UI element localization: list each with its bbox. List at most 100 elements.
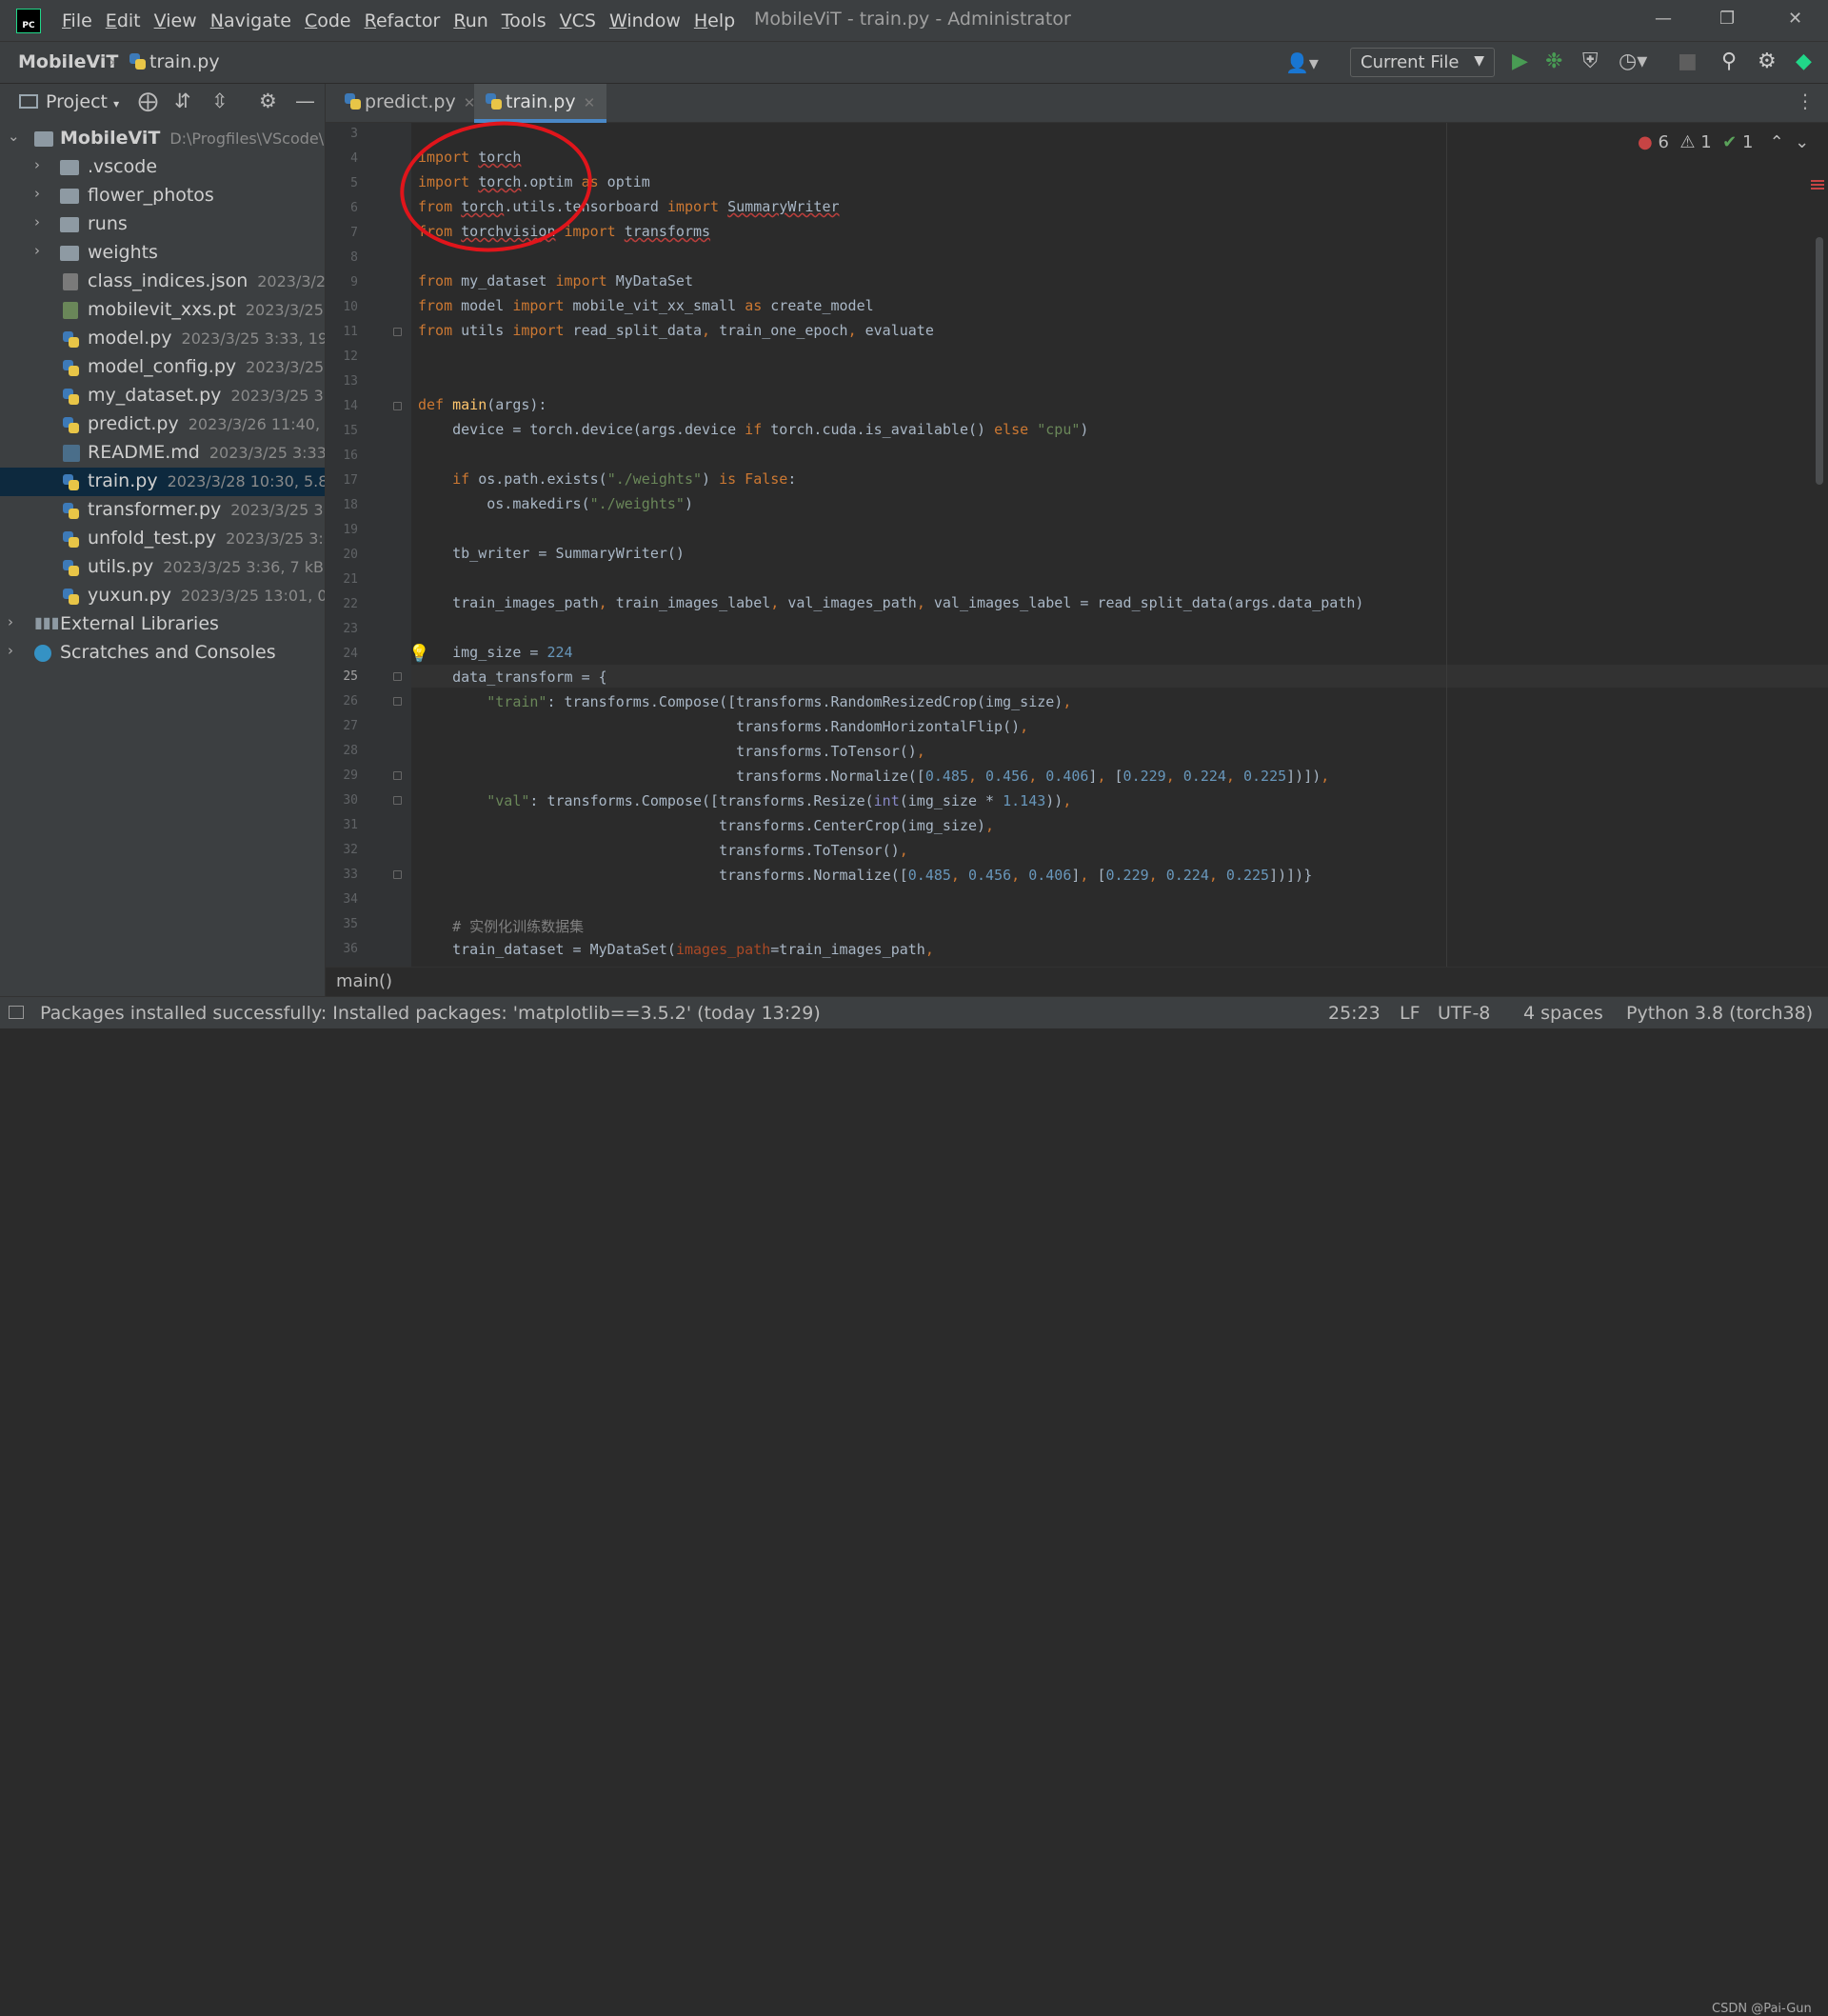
- chevron-down-icon[interactable]: ⌄: [8, 128, 20, 145]
- menu-refactor[interactable]: Refactor: [365, 10, 441, 31]
- chevron-right-icon[interactable]: ›: [34, 156, 40, 173]
- code-line[interactable]: transforms.ToTensor(),: [418, 842, 908, 859]
- run-configuration-select[interactable]: Current File ▼: [1350, 48, 1495, 77]
- tree-item-vscode[interactable]: › .vscode: [0, 153, 325, 182]
- python-interpreter[interactable]: Python 3.8 (torch38): [1626, 1003, 1813, 1024]
- chevron-right-icon[interactable]: ›: [34, 242, 40, 259]
- tab-predict-py[interactable]: predict.py ✕: [333, 84, 487, 123]
- error-stripe-markers[interactable]: [1811, 180, 1824, 193]
- tree-item-transformer-py[interactable]: transformer.py 2023/3/25 3:35: [0, 496, 325, 525]
- tree-item-predict-py[interactable]: predict.py 2023/3/26 11:40, 1.9: [0, 410, 325, 439]
- indent-setting[interactable]: 4 spaces: [1523, 1003, 1603, 1024]
- collapse-all-icon[interactable]: ⇳: [211, 90, 228, 112]
- menu-window[interactable]: Window: [609, 10, 681, 31]
- jetbrains-toolbox-icon[interactable]: ◆: [1796, 50, 1812, 73]
- status-message[interactable]: Packages installed successfully: Install…: [40, 1003, 821, 1024]
- tree-item-yuxun-py[interactable]: yuxun.py 2023/3/25 13:01, 0 B: [0, 582, 325, 610]
- code-line[interactable]: from my_dataset import MyDataSet: [418, 272, 693, 289]
- code-line[interactable]: transforms.CenterCrop(img_size),: [418, 817, 994, 834]
- code-line[interactable]: "train": transforms.Compose([transforms.…: [418, 693, 1071, 710]
- code-line[interactable]: train_images_path, train_images_label, v…: [418, 594, 1363, 611]
- menu-view[interactable]: View: [154, 10, 197, 31]
- gear-icon[interactable]: ⚙: [259, 90, 277, 112]
- tree-item-model-config-py[interactable]: model_config.py 2023/3/25 3:: [0, 353, 325, 382]
- tab-train-py[interactable]: train.py ✕: [474, 84, 607, 123]
- tree-item-weights[interactable]: › weights: [0, 239, 325, 268]
- hide-panel-icon[interactable]: —: [295, 90, 315, 112]
- tree-item-utils-py[interactable]: utils.py 2023/3/25 3:36, 7 kB: [0, 553, 325, 582]
- lightbulb-icon[interactable]: 💡: [408, 644, 429, 664]
- fold-marker-icon[interactable]: [393, 771, 402, 780]
- vertical-scrollbar[interactable]: [1816, 237, 1823, 485]
- tree-item-model-py[interactable]: model.py 2023/3/25 3:33, 19.7: [0, 325, 325, 353]
- inspection-widget[interactable]: ● 6 ⚠ 1 ✔ 1 ⌃ ⌄: [1638, 132, 1809, 152]
- menu-edit[interactable]: Edit: [106, 10, 141, 31]
- menu-code[interactable]: Code: [305, 10, 351, 31]
- fold-marker-icon[interactable]: [393, 402, 402, 410]
- fold-marker-icon[interactable]: [393, 328, 402, 336]
- code-line[interactable]: data_transform = {: [418, 669, 607, 686]
- more-options-icon[interactable]: ⋮: [1796, 90, 1815, 112]
- tree-item-mobilevit-xxs-pt[interactable]: mobilevit_xxs.pt 2023/3/25 13:: [0, 296, 325, 325]
- toggle-tool-windows-icon[interactable]: [9, 1006, 24, 1019]
- debug-bug-icon[interactable]: ❉: [1545, 50, 1562, 73]
- tree-item-runs[interactable]: › runs: [0, 210, 325, 239]
- chevron-right-icon[interactable]: ›: [8, 613, 13, 630]
- code-line[interactable]: img_size = 224: [418, 644, 572, 661]
- breadcrumb-function[interactable]: main(): [336, 971, 392, 991]
- fold-marker-icon[interactable]: [393, 796, 402, 805]
- restore-icon[interactable]: ❐: [1719, 9, 1735, 29]
- code-line[interactable]: transforms.Normalize([0.485, 0.456, 0.40…: [418, 768, 1329, 785]
- search-icon[interactable]: ⚲: [1721, 50, 1737, 73]
- tree-item-class-indices-json[interactable]: class_indices.json 2023/3/28 2: [0, 268, 325, 296]
- code-line[interactable]: def main(args):: [418, 396, 546, 413]
- code-line[interactable]: device = torch.device(args.device if tor…: [418, 421, 1088, 438]
- breadcrumb-project[interactable]: MobileViT: [18, 51, 118, 72]
- code-line[interactable]: train_dataset = MyDataSet(images_path=tr…: [418, 941, 934, 958]
- line-ending[interactable]: LF: [1400, 1003, 1421, 1024]
- code-line[interactable]: transforms.Normalize([0.485, 0.456, 0.40…: [418, 867, 1312, 884]
- file-encoding[interactable]: UTF-8: [1438, 1003, 1490, 1024]
- breadcrumb-file[interactable]: train.py: [129, 51, 220, 72]
- tree-item-readme-md[interactable]: README.md 2023/3/25 3:33, 1: [0, 439, 325, 468]
- tree-item-train-py[interactable]: train.py 2023/3/28 10:30, 5.88 k: [0, 468, 325, 496]
- editor-breadcrumb[interactable]: main(): [326, 967, 1828, 996]
- chevron-right-icon[interactable]: ›: [34, 213, 40, 230]
- coverage-shield-icon[interactable]: ⛨: [1582, 50, 1599, 73]
- tree-item-scratches[interactable]: › Scratches and Consoles: [0, 639, 325, 668]
- expand-all-icon[interactable]: ⇵: [174, 90, 191, 112]
- code-line[interactable]: tb_writer = SummaryWriter(): [418, 545, 685, 562]
- code-line[interactable]: "val": transforms.Compose([transforms.Re…: [418, 792, 1071, 809]
- code-line[interactable]: if os.path.exists("./weights") is False:: [418, 470, 796, 488]
- code-line[interactable]: os.makedirs("./weights"): [418, 495, 693, 512]
- menu-tools[interactable]: Tools: [502, 10, 546, 31]
- menu-help[interactable]: Help: [694, 10, 735, 31]
- fold-marker-icon[interactable]: [393, 672, 402, 681]
- minimize-icon[interactable]: —: [1655, 9, 1672, 29]
- tree-root-mobilevit[interactable]: ⌄ MobileViT D:\Progfiles\VScode\: [0, 125, 325, 153]
- caret-position[interactable]: 25:23: [1328, 1003, 1381, 1024]
- chevron-down-icon[interactable]: ⌄: [1795, 132, 1809, 152]
- close-tab-icon[interactable]: ✕: [584, 94, 596, 111]
- tree-item-unfold-test-py[interactable]: unfold_test.py 2023/3/25 3:35,: [0, 525, 325, 553]
- profile-icon[interactable]: ◷▾: [1619, 50, 1647, 73]
- menu-vcs[interactable]: VCS: [560, 10, 596, 31]
- chevron-right-icon[interactable]: ›: [8, 642, 13, 659]
- tree-item-flower-photos[interactable]: › flower_photos: [0, 182, 325, 210]
- menu-run[interactable]: Run: [453, 10, 487, 31]
- code-line[interactable]: transforms.RandomHorizontalFlip(),: [418, 718, 1028, 735]
- code-editor[interactable]: 3 4 5 6 7 8 9 10 11 12 13 14 15 16 17 18…: [326, 123, 1828, 967]
- tree-item-my-dataset-py[interactable]: my_dataset.py 2023/3/25 3:34,: [0, 382, 325, 410]
- stop-icon[interactable]: ■: [1678, 50, 1698, 73]
- menu-navigate[interactable]: Navigate: [210, 10, 291, 31]
- code-line[interactable]: transforms.ToTensor(),: [418, 743, 925, 760]
- chevron-right-icon[interactable]: ›: [34, 185, 40, 202]
- tree-item-external-libraries[interactable]: › ▮▮▮ External Libraries: [0, 610, 325, 639]
- locate-target-icon[interactable]: ⨁: [138, 90, 158, 112]
- run-icon[interactable]: ▶: [1512, 50, 1528, 73]
- close-icon[interactable]: ✕: [1788, 9, 1802, 29]
- chevron-up-icon[interactable]: ⌃: [1770, 132, 1784, 152]
- gear-icon[interactable]: ⚙: [1758, 50, 1777, 73]
- user-account-icon[interactable]: 👤▾: [1285, 51, 1319, 74]
- code-line[interactable]: from utils import read_split_data, train…: [418, 322, 934, 339]
